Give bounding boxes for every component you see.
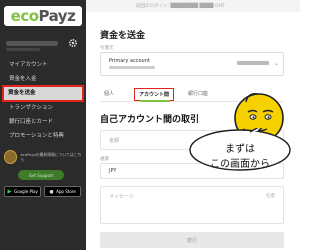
google-play-label: Google Play xyxy=(14,189,38,194)
account-id-redacted xyxy=(6,48,40,51)
from-account-label: 引落元 xyxy=(100,46,114,51)
news-badge[interactable]: ecoPayzの最新情報についてはこちら xyxy=(4,150,82,164)
top-bar: 前回のログイン: ████████ ████ GMT xyxy=(86,0,300,12)
sidebar-item-my-account[interactable]: マイアカウント xyxy=(0,58,86,72)
tab-bank-account[interactable]: 銀行口座 xyxy=(188,90,208,97)
google-play-button[interactable]: Google Play xyxy=(4,186,41,197)
active-tab-indicator xyxy=(140,100,170,102)
currency-label: 通貨 xyxy=(100,157,109,162)
sidebar-item-deposit[interactable]: 資金を入金 xyxy=(0,72,86,86)
ecopayz-logo[interactable]: eco Payz xyxy=(4,6,82,26)
tab-personal[interactable]: 個人 xyxy=(104,90,114,97)
apple-icon xyxy=(49,190,54,194)
section-title: 自己アカウント間の取引 xyxy=(100,115,200,125)
account-name-redacted xyxy=(6,41,58,46)
continue-button[interactable]: 続行 xyxy=(100,232,284,248)
support-button-label: Get Support xyxy=(28,172,54,178)
message-optional-label: 任意 xyxy=(266,194,275,199)
logo-eco-text: eco xyxy=(10,7,39,25)
logo-payz-text: Payz xyxy=(38,7,76,25)
message-placeholder: メッセージ xyxy=(109,194,134,200)
from-account-number-redacted xyxy=(109,66,155,69)
account-summary xyxy=(6,38,80,51)
chevron-down-icon: ⌄ xyxy=(273,60,279,67)
sidebar-item-send-money[interactable]: 資金を送金 xyxy=(2,85,84,102)
app-store-button[interactable]: App Store xyxy=(44,186,81,197)
from-account-title: Primary account xyxy=(109,58,150,64)
bubble-line-1: まずは xyxy=(225,144,255,155)
gear-icon[interactable] xyxy=(68,38,78,48)
continue-button-label: 続行 xyxy=(186,237,197,244)
badge-text: ecoPayzの最新情報についてはこちら xyxy=(20,152,82,162)
from-account-balance-redacted xyxy=(237,61,269,65)
badge-icon xyxy=(4,150,18,164)
message-textarea[interactable]: メッセージ 任意 xyxy=(100,186,284,224)
amount-placeholder: 金額 xyxy=(109,138,120,144)
app-store-links: Google Play App Store xyxy=(4,186,82,197)
sidebar: eco Payz マイアカウント 資金を入金 資金を送金 トランザクション 銀行口… xyxy=(0,0,86,250)
support-button[interactable]: Get Support xyxy=(18,170,64,180)
sidebar-item-bank-cards[interactable]: 銀行口座とカード xyxy=(0,115,86,129)
google-play-icon xyxy=(7,189,12,194)
sidebar-nav: マイアカウント 資金を入金 資金を送金 トランザクション 銀行口座とカード プロ… xyxy=(0,58,86,143)
sidebar-footer: ecoPayzの最新情報についてはこちら Get Support Google … xyxy=(4,150,82,197)
last-login-text: 前回のログイン: ████████ ████ GMT xyxy=(136,4,225,9)
bubble-line-2: この画面から xyxy=(210,159,270,170)
currency-value: JPY xyxy=(109,168,117,174)
sidebar-item-transactions[interactable]: トランザクション xyxy=(0,101,86,115)
sidebar-item-promotions[interactable]: プロモーションと特典 xyxy=(0,129,86,143)
from-account-select[interactable]: Primary account ⌄ xyxy=(100,52,284,76)
app-store-label: App Store xyxy=(56,189,76,194)
page-title: 資金を送金 xyxy=(100,31,146,41)
